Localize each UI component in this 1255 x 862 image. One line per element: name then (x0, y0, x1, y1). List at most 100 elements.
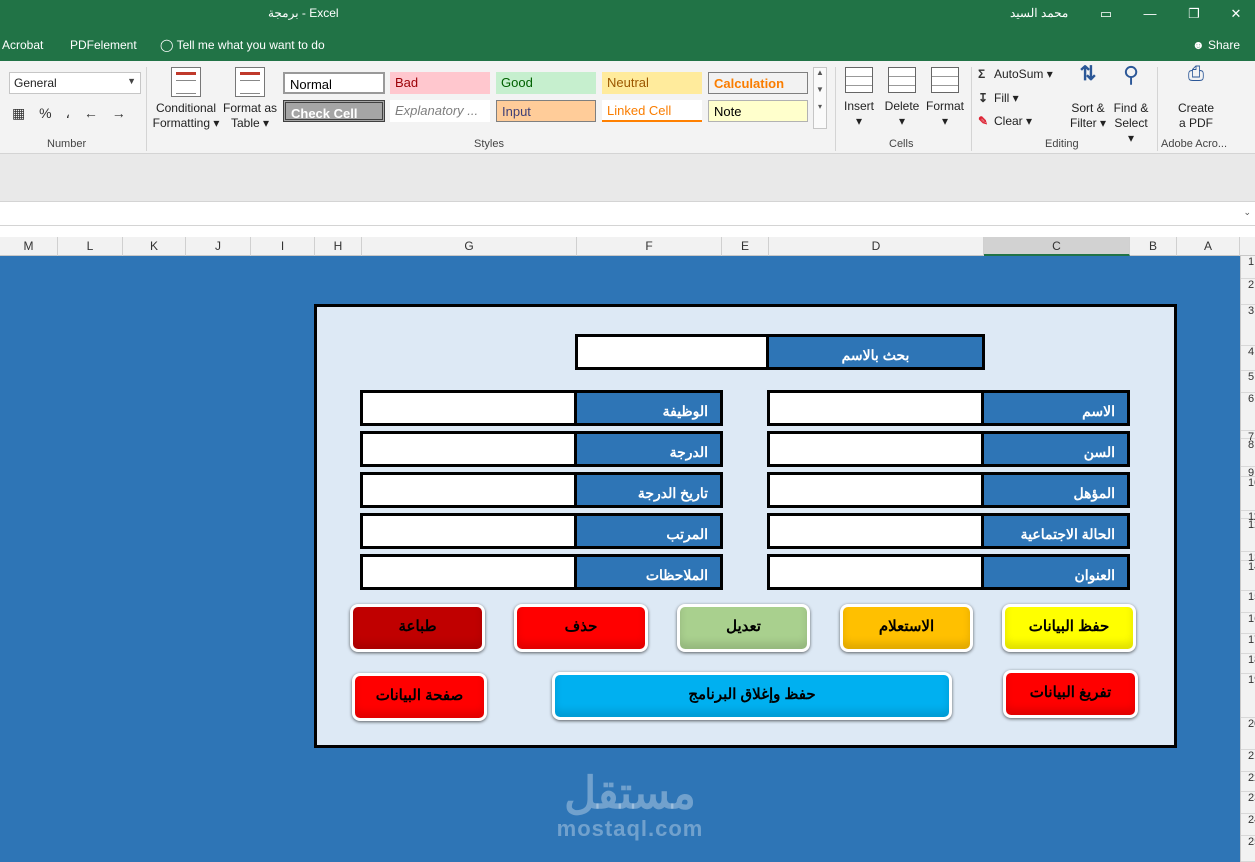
column-header-j[interactable]: J (186, 237, 251, 256)
style-neutral[interactable]: Neutral (602, 72, 702, 94)
column-header-c[interactable]: C (984, 237, 1130, 256)
comma-style-button[interactable]: ، (65, 105, 70, 122)
accounting-format-icon[interactable]: ▦ (12, 105, 25, 122)
row-header[interactable]: 3 (1241, 305, 1255, 346)
row-header[interactable]: 22 (1241, 772, 1255, 792)
clear-button[interactable]: ✎ Clear ▾ (978, 114, 1032, 128)
print-button[interactable]: طباعة (350, 604, 485, 652)
search-by-name-input[interactable] (578, 337, 769, 367)
age-input[interactable] (770, 434, 984, 464)
increase-decimal-icon[interactable]: ← (84, 105, 98, 121)
row-header[interactable]: 25 (1241, 836, 1255, 862)
decrease-decimal-icon[interactable]: → (112, 105, 126, 121)
row-header[interactable]: 16 (1241, 613, 1255, 634)
create-pdf-button[interactable]: ⎙ Create a PDF (1170, 64, 1222, 131)
row-header[interactable]: 6 (1241, 393, 1255, 431)
row-header[interactable]: 7 (1241, 431, 1255, 443)
style-good[interactable]: Good (496, 72, 596, 94)
style-linked-cell[interactable]: Linked Cell (602, 100, 702, 122)
column-header-i[interactable]: I (251, 237, 315, 256)
row-header[interactable]: 10 (1241, 477, 1255, 511)
row-header[interactable]: 11 (1241, 511, 1255, 523)
tell-me-box[interactable]: ◯ Tell me what you want to do (160, 38, 325, 52)
scroll-down-icon[interactable]: ▼ (814, 85, 826, 94)
row-header[interactable]: 23 (1241, 792, 1255, 814)
fill-button[interactable]: ↧ Fill ▾ (978, 91, 1019, 105)
row-header[interactable]: 18 (1241, 654, 1255, 674)
row-header[interactable]: 17 (1241, 634, 1255, 654)
column-header-g[interactable]: G (362, 237, 577, 256)
row-header[interactable]: 21 (1241, 750, 1255, 772)
find-select-button[interactable]: ⚲ Find & Select ▾ (1110, 64, 1152, 146)
name-input[interactable] (770, 393, 984, 423)
row-header[interactable]: 1 (1241, 256, 1255, 279)
column-header-b[interactable]: B (1130, 237, 1177, 256)
delete-button[interactable]: حذف (514, 604, 648, 652)
styles-gallery-scroll[interactable]: ▲ ▼ ▾ (813, 67, 827, 129)
ribbon-display-options-icon[interactable]: ▭ (1096, 4, 1116, 24)
row-header[interactable]: 19 (1241, 674, 1255, 718)
marital-status-input[interactable] (770, 516, 984, 546)
delete-cells-button[interactable]: Delete ▾ (882, 67, 922, 129)
column-header-e[interactable]: E (722, 237, 769, 256)
save-and-close-button[interactable]: حفظ وإغلاق البرنامج (552, 672, 952, 720)
sort-filter-button[interactable]: ⇅ Sort & Filter ▾ (1068, 64, 1108, 131)
salary-input[interactable] (363, 516, 577, 546)
column-header-k[interactable]: K (123, 237, 186, 256)
column-header-f[interactable]: F (577, 237, 722, 256)
format-cells-button[interactable]: Format ▾ (924, 67, 966, 129)
account-name[interactable]: محمد السيد (1010, 6, 1068, 20)
clear-data-button[interactable]: تفريغ البيانات (1003, 670, 1138, 718)
row-header[interactable]: 13 (1241, 552, 1255, 564)
column-header-h[interactable]: H (315, 237, 362, 256)
column-header-m[interactable]: M (0, 237, 58, 256)
row-header[interactable]: 14 (1241, 561, 1255, 591)
format-as-table-button[interactable]: Format as Table ▾ (222, 67, 278, 131)
row-header[interactable]: 20 (1241, 718, 1255, 750)
formula-bar[interactable]: ⌄ (0, 201, 1255, 226)
row-header[interactable]: 2 (1241, 279, 1255, 305)
restore-icon[interactable]: ❐ (1184, 4, 1204, 24)
select-all-corner[interactable] (1240, 237, 1255, 256)
minimize-icon[interactable]: — (1140, 4, 1160, 24)
notes-input[interactable] (363, 557, 577, 587)
insert-cells-button[interactable]: Insert ▾ (840, 67, 878, 129)
row-header[interactable]: 24 (1241, 814, 1255, 836)
style-note[interactable]: Note (708, 100, 808, 122)
row-header[interactable]: 4 (1241, 346, 1255, 371)
column-header-d[interactable]: D (769, 237, 984, 256)
job-input[interactable] (363, 393, 577, 423)
qualification-input[interactable] (770, 475, 984, 505)
query-button[interactable]: الاستعلام (840, 604, 973, 652)
tab-pdfelement[interactable]: PDFelement (70, 38, 137, 52)
style-input[interactable]: Input (496, 100, 596, 122)
row-header[interactable]: 5 (1241, 371, 1255, 393)
edit-button[interactable]: تعديل (677, 604, 810, 652)
number-format-dropdown[interactable]: General ▼ (9, 72, 141, 94)
row-header[interactable]: 12 (1241, 519, 1255, 552)
more-styles-icon[interactable]: ▾ (814, 102, 826, 111)
row-header[interactable]: 9 (1241, 467, 1255, 479)
style-normal[interactable]: Normal (283, 72, 385, 94)
save-data-button[interactable]: حفظ البيانات (1002, 604, 1136, 652)
style-calculation[interactable]: Calculation (708, 72, 808, 94)
tab-acrobat[interactable]: Acrobat (2, 38, 43, 52)
grade-date-input[interactable] (363, 475, 577, 505)
column-header-l[interactable]: L (58, 237, 123, 256)
close-icon[interactable]: ✕ (1226, 4, 1246, 24)
style-bad[interactable]: Bad (390, 72, 490, 94)
autosum-button[interactable]: Σ AutoSum ▾ (978, 67, 1053, 81)
style-explanatory[interactable]: Explanatory ... (390, 100, 490, 122)
address-input[interactable] (770, 557, 984, 587)
percent-style-button[interactable]: % (39, 105, 51, 121)
column-header-a[interactable]: A (1177, 237, 1240, 256)
share-button[interactable]: ☻ Share (1192, 38, 1240, 52)
scroll-up-icon[interactable]: ▲ (814, 68, 826, 77)
style-check-cell[interactable]: Check Cell (283, 100, 385, 122)
grade-input[interactable] (363, 434, 577, 464)
conditional-formatting-button[interactable]: Conditional Formatting ▾ (150, 67, 222, 131)
expand-formula-bar-icon[interactable]: ⌄ (1243, 207, 1251, 218)
row-header[interactable]: 8 (1241, 439, 1255, 467)
data-page-button[interactable]: صفحة البيانات (352, 673, 487, 721)
row-header[interactable]: 15 (1241, 591, 1255, 613)
